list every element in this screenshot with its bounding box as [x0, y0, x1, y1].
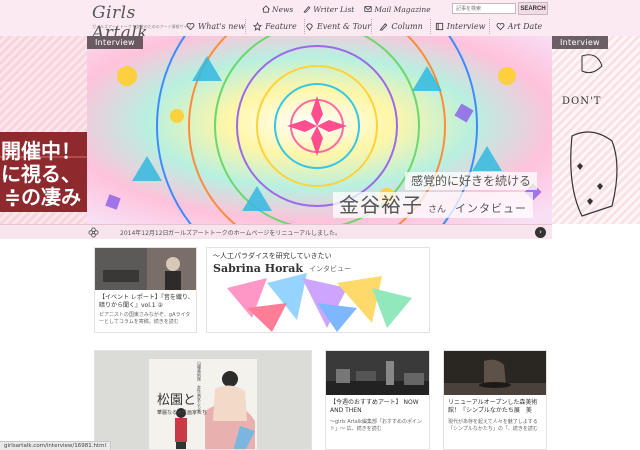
nav-feature-label: Feature — [265, 22, 297, 31]
logo-tagline: ガールズアートトーク｜女性のためのアート情報サイト — [92, 24, 192, 29]
exhibition-card[interactable]: 松園と 華麗なる女性画家たち 山種美術館 女性画家たち展 — [94, 350, 312, 450]
osusume-art-card[interactable]: 【今週のおすすめアート】 NOW AND THEN ～girls Artalk編… — [325, 350, 430, 450]
search-input[interactable] — [452, 3, 516, 14]
main-nav: What's new Feature Event & Tour Column I… — [186, 19, 548, 34]
previous-slide-text: て開催中！ に視る、 ≑の凄み — [0, 139, 81, 209]
sabrina-name: Sabrina Horak — [213, 262, 303, 275]
mori-museum-title: リニューアルオープンした森美術館！『シンプルなかたち展 美 — [448, 399, 538, 414]
sabrina-horak-artwork — [207, 248, 429, 332]
osusume-excerpt: ～girls Artalk編集部「おすすめのポイント」～ 広、続きを読む — [330, 419, 422, 432]
writer-list-label: Writer List — [313, 4, 355, 14]
search-button[interactable]: SEARCH — [518, 2, 548, 15]
site-logo[interactable]: Girls Artalk ガールズアートトーク｜女性のためのアート情報サイト — [92, 3, 192, 43]
nav-event-tour[interactable]: Event & Tour — [303, 19, 372, 34]
next-slide[interactable]: Interview DON'T — [552, 36, 640, 224]
nav-column[interactable]: Column — [371, 19, 430, 34]
osusume-title: 【今週のおすすめアート】 NOW AND THEN — [330, 399, 419, 414]
pencil-icon — [380, 23, 388, 31]
nav-art-date[interactable]: Art Date — [489, 19, 548, 34]
sabrina-interview-label: インタビュー — [309, 265, 351, 273]
pen-icon — [303, 6, 311, 13]
next-slide-category-label: Interview — [552, 36, 608, 49]
house-icon — [262, 5, 270, 13]
exhibition-photo — [95, 351, 311, 449]
nav-interview[interactable]: Interview — [430, 19, 489, 34]
mori-museum-thumbnail — [444, 351, 546, 395]
news-link-label: News — [272, 4, 294, 14]
exhibition-poster-title: 松園と — [157, 393, 197, 408]
flower-icon — [88, 227, 99, 238]
interviewee-honorific: さん — [428, 205, 447, 215]
news-ticker: 2014年12月12日 ガールズアートトークのホームページをリニューアルしました… — [0, 224, 552, 239]
exhibition-poster-vertical-text: 山種美術館 女性画家たち展 — [197, 361, 202, 413]
sabrina-horak-interview-card[interactable]: ～人工パラダイスを研究していきたい Sabrina Horak インタビュー — [206, 247, 430, 333]
next-slide-text: DON'T — [562, 96, 602, 107]
current-slide[interactable]: Interview 感覚的に好きを続ける 金谷裕子 さん インタビュー — [87, 36, 552, 224]
mori-museum-card[interactable]: リニューアルオープンした森美術館！『シンプルなかたち展 美 現代があ存を起えて人… — [443, 350, 547, 450]
event-report-excerpt: ピアニストの国東さみながぞ、gAライターとしてコラムを寄稿。続きを読む — [99, 312, 191, 325]
mail-magazine-link[interactable]: Mail Magazine — [364, 3, 431, 15]
event-report-thumbnail — [95, 248, 196, 290]
slide-caption-title: 金谷裕子 さん インタビュー — [333, 192, 534, 218]
ticker-date: 2014年12月12日 — [120, 230, 169, 237]
event-report-card[interactable]: 【イベント レポート】『音を織り、暗りから聞く』vol.1 ② ピアニストの国東… — [94, 247, 197, 333]
envelope-icon — [364, 6, 372, 12]
previous-slide[interactable]: て開催中！ に視る、 ≑の凄み — [0, 36, 87, 224]
star-icon — [253, 22, 263, 31]
pin-icon — [306, 23, 313, 31]
news-link[interactable]: News — [262, 3, 293, 15]
slide-caption-tagline: 感覚的に好きを続ける — [405, 172, 538, 190]
nav-whats-new[interactable]: What's new — [186, 19, 245, 34]
nav-column-label: Column — [391, 22, 423, 31]
interviewee-name: 金谷裕子 — [339, 193, 423, 217]
nav-art-date-label: Art Date — [507, 22, 543, 31]
heart-icon — [186, 23, 195, 31]
heart-icon — [496, 23, 505, 31]
book-icon — [435, 22, 443, 31]
mail-magazine-label: Mail Magazine — [374, 4, 431, 14]
featured-slider: て開催中！ に視る、 ≑の凄み — [0, 36, 640, 224]
next-slide-artwork — [552, 36, 640, 224]
browser-status-url: girlsartalk.com/interview/16981.html — [0, 441, 111, 450]
ticker-headline[interactable]: ガールズアートトークのホームページをリニューアルしました。 — [168, 228, 341, 237]
slide-category-label: Interview — [87, 36, 143, 49]
interview-label: インタビュー — [455, 202, 528, 215]
nav-whats-new-label: What's new — [198, 22, 245, 31]
sabrina-heading: ～人工パラダイスを研究していきたい — [213, 252, 332, 260]
writer-list-link[interactable]: Writer List — [303, 3, 354, 15]
nav-interview-label: Interview — [446, 22, 486, 31]
site-header: Girls Artalk ガールズアートトーク｜女性のためのアート情報サイト N… — [0, 0, 640, 43]
mori-museum-excerpt: 現代があ存を起えて人々を魅了しよする「シンプルなかたち」の「、続きを読む — [448, 419, 538, 432]
nav-feature[interactable]: Feature — [244, 19, 304, 34]
utility-links: News Writer List Mail Magazine — [262, 3, 431, 15]
nav-event-tour-label: Event & Tour — [316, 22, 372, 31]
osusume-art-thumbnail — [326, 351, 429, 395]
event-report-title: 【イベント レポート】『音を織り、暗りから聞く』vol.1 ② — [99, 294, 194, 309]
ticker-next-arrow-icon[interactable]: › — [535, 227, 546, 238]
